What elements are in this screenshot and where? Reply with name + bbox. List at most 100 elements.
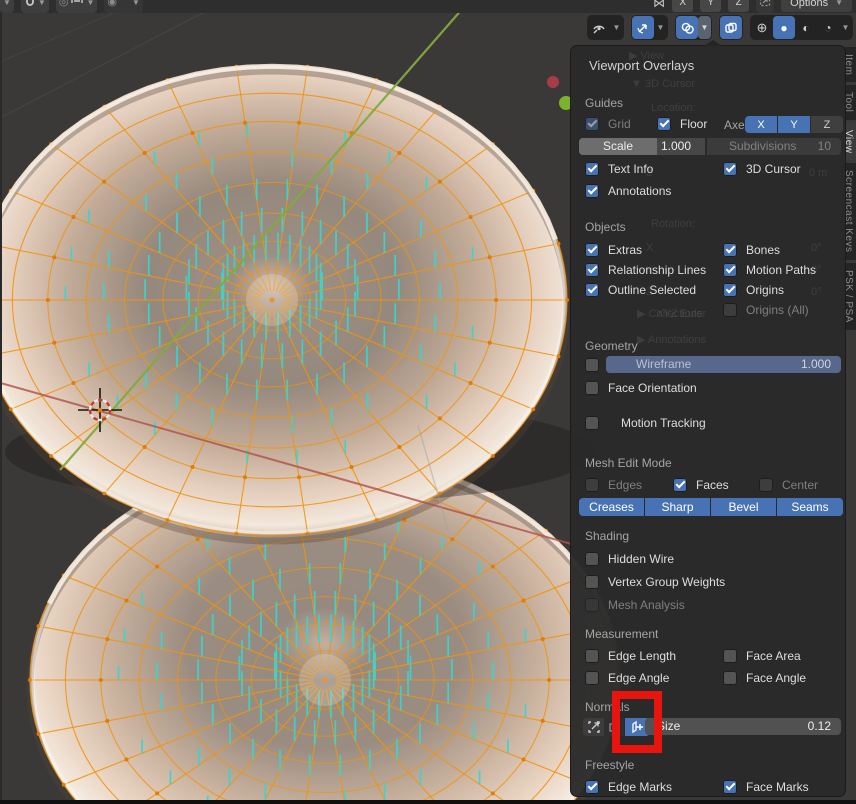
face-angle-checkbox[interactable] <box>723 671 737 685</box>
gizmos-group[interactable]: ▼ <box>631 15 668 40</box>
chevron-down-icon[interactable]: ▼ <box>610 16 623 39</box>
vertex-group-weights-label: Vertex Group Weights <box>608 575 725 589</box>
face-marks-checkbox[interactable] <box>723 780 737 794</box>
annotations-checkbox[interactable] <box>585 184 599 198</box>
axes-z-toggle[interactable]: Z <box>811 116 843 133</box>
wireframe-checkbox[interactable] <box>585 358 599 372</box>
transform-options-group[interactable]: ◉ ⌒ ▼ <box>104 0 143 13</box>
xray-toggle[interactable] <box>719 15 743 40</box>
face-area-label: Face Area <box>746 649 801 663</box>
material-preview-icon[interactable]: ◐ <box>795 16 817 39</box>
vertex-normals-button[interactable] <box>583 718 604 736</box>
edge-marks-label: Edge Marks <box>608 780 672 794</box>
ghost-annotations: ▶ Annotations <box>637 333 706 346</box>
chevron-down-icon: ▼ <box>86 0 94 7</box>
options-label: Options <box>790 0 828 9</box>
snap-group[interactable]: ▼ <box>21 0 49 13</box>
faces-label: Faces <box>696 478 729 492</box>
grid-label: Grid <box>608 117 631 131</box>
normals-size-slider[interactable]: Size 0.12 <box>645 718 841 735</box>
ghost-deg1: 0° <box>811 242 822 254</box>
mirror-x-button[interactable]: X <box>672 0 693 12</box>
mesh-analysis-checkbox[interactable] <box>585 598 599 612</box>
freestyle-header: Freestyle <box>585 758 634 772</box>
subdivisions-value: 10 <box>818 139 831 153</box>
origins-all-label: Origins (All) <box>746 303 809 317</box>
shading-mode-group: ⊕ ● ◐ ◔ ▼ <box>750 15 853 40</box>
proportional-edit-group[interactable]: ◎ ▼ <box>56 0 98 13</box>
eye-icon <box>588 16 610 39</box>
snap-target-button[interactable] <box>756 0 774 13</box>
motion-tracking-checkbox[interactable] <box>585 416 599 430</box>
guides-header: Guides <box>585 96 623 110</box>
rendered-shading-icon[interactable]: ◔ <box>817 16 839 39</box>
axes-x-toggle[interactable]: X <box>745 116 777 133</box>
highlight-annotation <box>612 691 662 753</box>
edge-length-label: Edge Length <box>608 649 676 663</box>
chevron-down-icon[interactable]: ▼ <box>654 16 667 39</box>
center-label: Center <box>782 478 818 492</box>
arc-icon: ⌒ <box>119 0 130 8</box>
center-checkbox[interactable] <box>759 478 773 492</box>
geometry-header: Geometry <box>585 339 638 353</box>
falloff-icon <box>70 0 84 9</box>
motion-paths-checkbox[interactable] <box>723 263 737 277</box>
floor-checkbox[interactable] <box>657 117 671 131</box>
hidden-wire-label: Hidden Wire <box>608 552 674 566</box>
faces-checkbox[interactable] <box>673 478 687 492</box>
edges-label: Edges <box>608 478 642 492</box>
magnet-icon <box>24 0 36 10</box>
seams-button[interactable]: Seams <box>777 498 843 516</box>
overlays-dropdown-chevron[interactable]: ▼ <box>698 16 711 39</box>
edges-checkbox[interactable] <box>585 478 599 492</box>
proportional-editing-icon: ◎ <box>59 0 69 8</box>
vertex-group-weights-checkbox[interactable] <box>585 575 599 589</box>
options-dropdown-button[interactable]: Options ▼ <box>781 0 852 12</box>
edge-angle-checkbox[interactable] <box>585 671 599 685</box>
grid-checkbox[interactable] <box>585 117 599 131</box>
ghost-3d-cursor-panel: ▼ 3D Cursor <box>631 78 695 90</box>
extras-checkbox[interactable] <box>585 243 599 257</box>
hidden-wire-checkbox[interactable] <box>585 552 599 566</box>
face-area-checkbox[interactable] <box>723 649 737 663</box>
edit-mode-header: ▼ ▼ ◎ ▼ ◉ ⌒ ▼ ⋈ X Y <box>0 0 856 13</box>
bones-checkbox[interactable] <box>723 243 737 257</box>
grid-scale-slider[interactable]: Scale 1.000 <box>579 138 705 155</box>
chevron-down-icon[interactable]: ▼ <box>839 16 852 39</box>
solid-shading-icon[interactable]: ● <box>773 16 795 39</box>
pivot-dropdown-button[interactable]: ▼ <box>0 0 14 13</box>
3d-cursor-checkbox[interactable] <box>723 162 737 176</box>
gizmo-icon[interactable] <box>632 16 654 39</box>
edge-marks-checkbox[interactable] <box>585 780 599 794</box>
ghost-rx: X <box>646 242 653 254</box>
wireframe-shading-icon[interactable]: ⊕ <box>751 16 773 39</box>
mirror-z-button[interactable]: Z <box>728 0 749 12</box>
creases-button[interactable]: Creases <box>579 498 644 516</box>
face-orientation-checkbox[interactable] <box>585 381 599 395</box>
objects-header: Objects <box>585 220 626 234</box>
bones-label: Bones <box>746 243 780 257</box>
xray-icon <box>720 16 742 39</box>
text-info-checkbox[interactable] <box>585 162 599 176</box>
origins-all-checkbox[interactable] <box>723 303 737 317</box>
outline-selected-checkbox[interactable] <box>585 283 599 297</box>
edge-length-checkbox[interactable] <box>585 649 599 663</box>
measurement-header: Measurement <box>585 627 658 641</box>
mesh-analysis-label: Mesh Analysis <box>608 598 685 612</box>
axes-toggle-group: X Y Z <box>745 116 843 133</box>
outline-selected-label: Outline Selected <box>608 283 696 297</box>
origins-checkbox[interactable] <box>723 283 737 297</box>
wireframe-slider[interactable]: Wireframe 1.000 <box>606 356 841 373</box>
overlays-icon[interactable] <box>676 16 698 39</box>
grid-subdivisions-slider[interactable]: Subdivisions 10 <box>707 138 841 155</box>
sharp-button[interactable]: Sharp <box>645 498 710 516</box>
viewport-overlays-popover: ▶ View ▼ 3D Cursor Location: Z 0 m Rotat… <box>570 45 846 797</box>
overlays-group[interactable]: ▼ <box>675 15 712 40</box>
visibility-group[interactable]: ▼ <box>587 15 624 40</box>
motion-paths-label: Motion Paths <box>746 263 816 277</box>
mirror-y-button[interactable]: Y <box>700 0 721 12</box>
relationship-lines-checkbox[interactable] <box>585 263 599 277</box>
vertex-normals-icon <box>587 720 601 734</box>
bevel-button[interactable]: Bevel <box>711 498 776 516</box>
axes-y-toggle[interactable]: Y <box>778 116 810 133</box>
